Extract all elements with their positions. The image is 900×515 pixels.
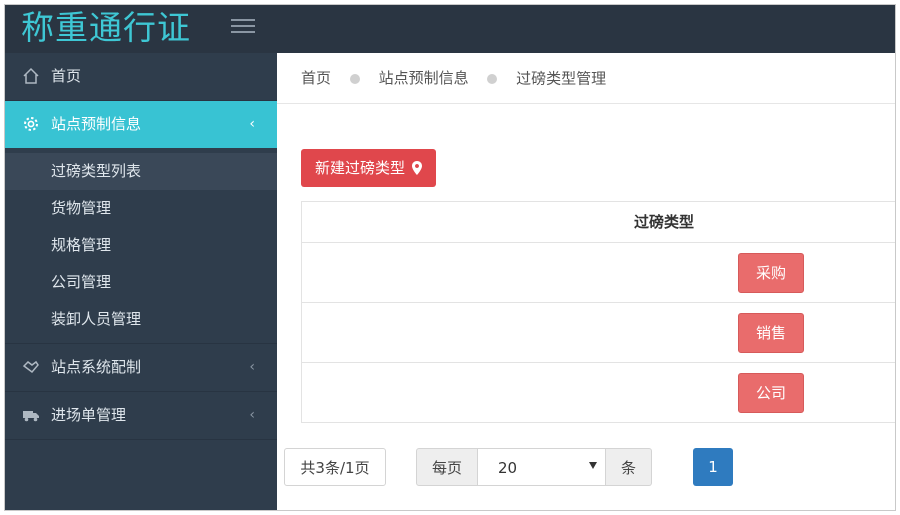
new-weigh-type-label: 新建过磅类型 <box>315 159 406 177</box>
submenu-item-company[interactable]: 公司管理 <box>5 264 277 301</box>
main-content: 首页 站点预制信息 过磅类型管理 新建过磅类型 过磅类型 采购 销售 公司 <box>277 53 895 510</box>
chevron-left-icon: ‹ <box>249 359 255 375</box>
sidebar-item-label: 站点系统配制 <box>51 358 142 376</box>
chevron-left-icon: ‹ <box>249 116 255 132</box>
sidebar-submenu: 过磅类型列表 货物管理 规格管理 公司管理 装卸人员管理 <box>5 148 277 344</box>
sidebar: 首页 站点预制信息 ‹ 过磅类型列表 货物管理 规格管理 公司管理 装卸人员管理… <box>5 53 277 510</box>
app-frame: 称重通行证 首页 站点预制信息 ‹ 过磅类型列表 货物管理 规格管理 公司管理 … <box>4 4 896 511</box>
breadcrumb-home[interactable]: 首页 <box>301 69 331 87</box>
new-weigh-type-button[interactable]: 新建过磅类型 <box>301 149 436 187</box>
weigh-type-table: 过磅类型 采购 销售 公司 <box>301 201 895 423</box>
pagination-total: 共3条/1页 <box>284 448 386 486</box>
sidebar-item-site-config[interactable]: 站点系统配制 ‹ <box>5 344 277 392</box>
table-row: 采购 <box>302 243 895 303</box>
home-icon <box>23 67 39 84</box>
chevron-left-icon: ‹ <box>249 407 255 423</box>
submenu-item-goods[interactable]: 货物管理 <box>5 190 277 227</box>
sidebar-item-home[interactable]: 首页 <box>5 53 277 101</box>
sidebar-item-label: 站点预制信息 <box>51 115 142 133</box>
sidebar-item-site-preset[interactable]: 站点预制信息 ‹ <box>5 101 277 148</box>
top-bar: 称重通行证 <box>5 5 895 53</box>
table-row: 公司 <box>302 363 895 422</box>
breadcrumb-separator <box>349 73 360 84</box>
per-page-unit: 条 <box>606 448 652 486</box>
sidebar-item-entry-orders[interactable]: 进场单管理 ‹ <box>5 392 277 440</box>
table-row: 销售 <box>302 303 895 363</box>
truck-icon <box>23 411 39 422</box>
submenu-item-loaders[interactable]: 装卸人员管理 <box>5 301 277 338</box>
weigh-type-button-purchase[interactable]: 采购 <box>738 253 804 293</box>
sidebar-item-label: 进场单管理 <box>51 406 127 424</box>
breadcrumb-site-preset[interactable]: 站点预制信息 <box>379 69 469 87</box>
per-page-group: 每页 20 条 <box>416 448 652 486</box>
menu-toggle-icon[interactable] <box>231 15 255 35</box>
sidebar-item-label: 首页 <box>51 67 82 85</box>
breadcrumb-current: 过磅类型管理 <box>516 69 607 88</box>
app-logo: 称重通行证 <box>21 8 191 47</box>
chevron-down-icon <box>589 462 597 469</box>
per-page-value: 20 <box>498 459 518 477</box>
submenu-item-weigh-type-list[interactable]: 过磅类型列表 <box>5 153 277 190</box>
handshake-icon <box>22 360 39 374</box>
breadcrumb: 首页 站点预制信息 过磅类型管理 <box>277 53 895 104</box>
per-page-select[interactable]: 20 <box>478 448 606 486</box>
per-page-label: 每页 <box>416 448 478 486</box>
gear-icon <box>24 117 38 131</box>
submenu-item-spec[interactable]: 规格管理 <box>5 227 277 264</box>
column-header-weigh-type: 过磅类型 <box>302 202 895 243</box>
weigh-type-button-sales[interactable]: 销售 <box>738 313 804 353</box>
page-button-1[interactable]: 1 <box>693 448 733 486</box>
map-marker-icon <box>411 161 422 175</box>
breadcrumb-separator <box>487 73 498 84</box>
weigh-type-button-company[interactable]: 公司 <box>738 373 804 413</box>
